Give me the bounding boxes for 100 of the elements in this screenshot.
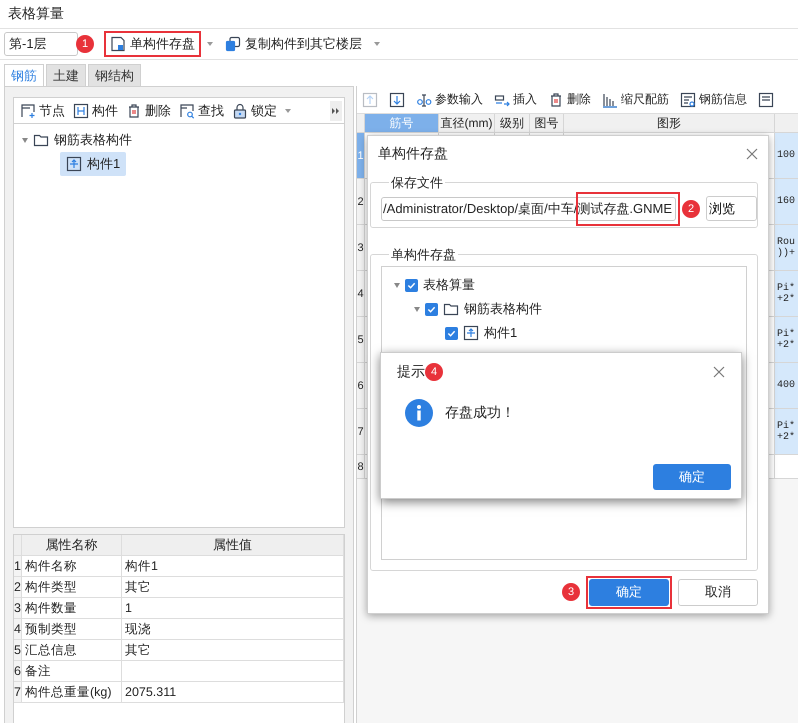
expand-arrow-icon[interactable]	[394, 282, 400, 288]
row-number[interactable]: 4	[357, 271, 365, 317]
toolbar-button[interactable]: 构件	[73, 102, 118, 120]
toolbar-button[interactable]: 插入	[494, 91, 537, 108]
checkbox[interactable]	[405, 278, 418, 292]
tab[interactable]: 土建	[46, 64, 86, 86]
group-label: 保存文件	[389, 174, 445, 192]
trash-icon	[126, 102, 142, 118]
toolbar-button[interactable]: 锁定	[232, 102, 277, 120]
arrow-up-icon	[362, 92, 378, 108]
ok-button[interactable]: 确定	[653, 464, 731, 490]
caret-icon[interactable]	[207, 42, 213, 46]
group-label: 单构件存盘	[389, 246, 458, 264]
lock-icon	[232, 102, 248, 118]
tree-label: 构件1	[484, 324, 518, 342]
tree-label: 表格算量	[423, 276, 475, 294]
tree-item[interactable]: 钢筋表格构件	[33, 128, 132, 152]
grid-icon	[758, 92, 774, 108]
table-cell: 汇总信息	[22, 640, 122, 661]
tree-item[interactable]: 构件1	[60, 152, 126, 176]
table-cell: 现浇	[122, 619, 344, 640]
toolbar-button[interactable]: 删除	[126, 102, 171, 120]
toolbar-button[interactable]: 复制构件到其它楼层	[219, 31, 368, 57]
bar-chart-icon	[602, 92, 618, 108]
expand-arrow-icon[interactable]	[22, 138, 28, 142]
tab[interactable]: 钢筋	[4, 64, 44, 86]
checkbox[interactable]	[425, 302, 438, 316]
column-header: 属性名称	[22, 535, 122, 556]
row-number: 5	[14, 640, 22, 661]
row-number[interactable]: 8	[357, 455, 365, 479]
checkbox[interactable]	[445, 326, 458, 340]
table-cell: 100	[775, 133, 798, 179]
toolbar-button[interactable]: 删除	[548, 91, 591, 108]
browse-button[interactable]: 浏览	[706, 196, 757, 221]
toolbar-button[interactable]: 钢筋信息	[680, 91, 747, 108]
dialog-title: 提示	[397, 363, 425, 381]
row-number: 7	[14, 682, 22, 703]
toolbar-button[interactable]	[389, 92, 405, 108]
arrow-down-icon	[389, 92, 405, 108]
toolbar-button[interactable]: 缩尺配筋	[602, 91, 669, 108]
table-cell: 其它	[122, 577, 344, 598]
row-number: 6	[14, 661, 22, 682]
table-cell: 2075.311	[122, 682, 344, 703]
column-header[interactable]: 图形	[564, 114, 775, 133]
toolbar-button[interactable]: 单构件存盘	[104, 31, 201, 57]
search-icon	[179, 102, 195, 118]
info-icon	[405, 399, 433, 427]
row-number[interactable]: 5	[357, 317, 365, 363]
table-cell: Rou ))+	[775, 225, 798, 271]
column-header[interactable]: 图号	[530, 114, 564, 133]
step-badge: 4	[425, 363, 443, 381]
row-number: 4	[14, 619, 22, 640]
dialog-button[interactable]: 取消	[678, 578, 758, 606]
row-number: 1	[14, 556, 22, 577]
expand-icon[interactable]	[330, 100, 342, 120]
component-icon	[66, 156, 82, 172]
step-badge: 3	[562, 583, 580, 601]
toolbar-button[interactable]: 节点	[20, 102, 65, 120]
column-header: 属性值	[122, 535, 344, 556]
row-number: 3	[14, 598, 22, 619]
save-icon	[110, 36, 126, 52]
table-cell: 构件总重量(kg)	[22, 682, 122, 703]
list-icon	[680, 92, 696, 108]
trash-icon	[548, 92, 564, 108]
row-number[interactable]: 6	[357, 363, 365, 409]
row-number[interactable]: 3	[357, 225, 365, 271]
step-badge: 1	[76, 35, 94, 53]
table-cell: 160	[775, 179, 798, 225]
step-badge: 2	[682, 200, 700, 218]
table-cell: 构件1	[122, 556, 344, 577]
folder-icon	[443, 301, 459, 317]
message-text: 存盘成功！	[445, 404, 515, 422]
toolbar-button[interactable]: 参数输入	[416, 91, 483, 108]
component-icon	[463, 325, 479, 341]
dialog-title: 单构件存盘	[378, 145, 448, 163]
table-cell: Pi* +2*	[775, 317, 798, 363]
folder-icon	[33, 132, 49, 148]
column-header[interactable]: 级别	[495, 114, 530, 133]
column-header[interactable]: 直径(mm)	[439, 114, 495, 133]
row-number[interactable]: 7	[357, 409, 365, 455]
table-cell: 构件类型	[22, 577, 122, 598]
caret-icon[interactable]	[285, 108, 291, 112]
tab[interactable]: 钢结构	[88, 64, 141, 86]
caret-icon[interactable]	[374, 42, 380, 46]
close-icon[interactable]	[746, 148, 758, 160]
tree-label: 钢筋表格构件	[464, 300, 542, 318]
toolbar-button[interactable]	[758, 92, 774, 108]
table-cell: Pi* +2*	[775, 271, 798, 317]
row-number: 2	[14, 577, 22, 598]
header-corner	[14, 535, 22, 556]
table-cell: Pi* +2*	[775, 409, 798, 455]
part-icon	[73, 102, 89, 118]
close-icon[interactable]	[713, 366, 725, 378]
toolbar-button[interactable]: 查找	[179, 102, 224, 120]
window-title: 表格算量	[7, 4, 65, 23]
row-number[interactable]: 2	[357, 179, 365, 225]
table-cell: 备注	[22, 661, 122, 682]
dialog-button[interactable]: 确定	[589, 578, 669, 606]
table-cell: 构件数量	[22, 598, 122, 619]
expand-arrow-icon[interactable]	[414, 306, 420, 312]
